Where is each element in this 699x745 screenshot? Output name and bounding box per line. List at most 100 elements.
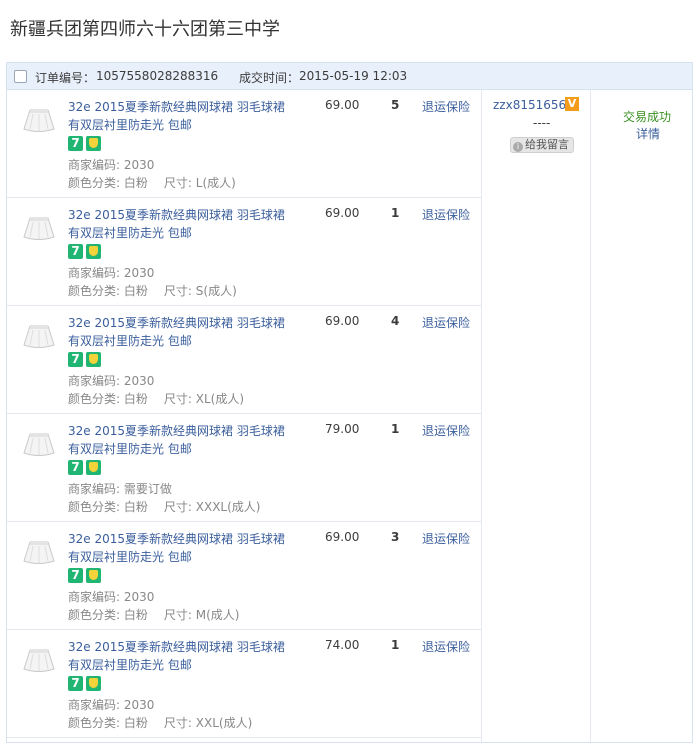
order-item-row: 32e 2015夏季新款经典网球裙 羽毛球裙有双层衬里防走光 包邮 7 商家编码… <box>7 198 481 306</box>
merchant-code-label: 商家编码: <box>68 698 121 712</box>
deal-time: 2015-05-19 12:03 <box>299 69 408 83</box>
color-label: 颜色分类: <box>68 176 121 190</box>
consumer-guarantee-icon[interactable] <box>86 460 101 475</box>
color-label: 颜色分类: <box>68 392 121 406</box>
color-value: 白粉 <box>123 500 148 514</box>
item-price: 79.00 <box>325 422 360 436</box>
merchant-code: 商家编码: 2030 <box>68 264 328 281</box>
color-value: 白粉 <box>123 608 148 622</box>
item-title-link[interactable]: 32e 2015夏季新款经典网球裙 羽毛球裙有双层衬里防走光 包邮 <box>68 206 293 242</box>
skirt-thumbnail-icon[interactable] <box>21 646 57 676</box>
column-divider <box>590 90 591 742</box>
seven-day-return-icon[interactable]: 7 <box>68 244 83 259</box>
item-sku: 颜色分类: 白粉 尺寸: S(成人) <box>68 282 328 299</box>
item-price: 74.00 <box>325 638 360 652</box>
color-value: 白粉 <box>123 716 148 730</box>
merchant-code: 商家编码: 2030 <box>68 588 328 605</box>
return-insurance-link[interactable]: 退运保险 <box>422 638 470 655</box>
merchant-code: 商家编码: 2030 <box>68 696 328 713</box>
column-divider <box>481 90 482 742</box>
order-item-row: 32e 2015夏季新款经典网球裙 羽毛球裙有双层衬里防走光 包邮 7 商家编码… <box>7 414 481 522</box>
seven-day-return-icon[interactable]: 7 <box>68 352 83 367</box>
order-item-row: 32e 2015夏季新款经典网球裙 羽毛球裙有双层衬里防走光 包邮 7 商家编码… <box>7 630 481 738</box>
size-value: L(成人) <box>195 176 236 190</box>
skirt-thumbnail-icon[interactable] <box>21 106 57 136</box>
merchant-code: 商家编码: 2030 <box>68 372 328 389</box>
item-sku: 颜色分类: 白粉 尺寸: XXL(成人) <box>68 714 328 731</box>
item-quantity: 5 <box>391 98 400 112</box>
item-quantity: 1 <box>391 638 400 652</box>
order-header: 订单编号： 1057558028288316 成交时间： 2015-05-19 … <box>7 63 692 90</box>
item-badges: 7 <box>68 352 104 368</box>
merchant-code-label: 商家编码: <box>68 482 121 496</box>
color-label: 颜色分类: <box>68 608 121 622</box>
order-number-label: 订单编号： <box>35 71 96 85</box>
item-title-link[interactable]: 32e 2015夏季新款经典网球裙 羽毛球裙有双层衬里防走光 包邮 <box>68 530 293 566</box>
merchant-code-value: 2030 <box>123 590 155 604</box>
skirt-thumbnail-icon[interactable] <box>21 430 57 460</box>
merchant-code-label: 商家编码: <box>68 158 121 172</box>
page-title: 新疆兵团第四师六十六团第三中学 <box>10 19 280 40</box>
size-label: 尺寸: <box>163 284 192 298</box>
skirt-thumbnail-icon[interactable] <box>21 214 57 244</box>
item-quantity: 1 <box>391 206 400 220</box>
item-sku: 颜色分类: 白粉 尺寸: M(成人) <box>68 606 328 623</box>
order-item-row: 32e 2015夏季新款经典网球裙 羽毛球裙有双层衬里防走光 包邮 7 商家编码… <box>7 306 481 414</box>
item-sku: 颜色分类: 白粉 尺寸: XXXL(成人) <box>68 498 328 515</box>
buyer-name-link[interactable]: zzx8151656 <box>493 98 566 112</box>
item-title-link[interactable]: 32e 2015夏季新款经典网球裙 羽毛球裙有双层衬里防走光 包邮 <box>68 314 293 350</box>
merchant-code-label: 商家编码: <box>68 374 121 388</box>
buyer-placeholder: ---- <box>533 116 551 130</box>
size-label: 尺寸: <box>163 716 192 730</box>
return-insurance-link[interactable]: 退运保险 <box>422 422 470 439</box>
item-price: 69.00 <box>325 206 360 220</box>
color-label: 颜色分类: <box>68 284 121 298</box>
merchant-code-label: 商家编码: <box>68 266 121 280</box>
consumer-guarantee-icon[interactable] <box>86 352 101 367</box>
seven-day-return-icon[interactable]: 7 <box>68 460 83 475</box>
merchant-code-value: 需要订做 <box>123 482 172 496</box>
return-insurance-link[interactable]: 退运保险 <box>422 530 470 547</box>
trade-status: 交易成功 <box>623 110 672 124</box>
consumer-guarantee-icon[interactable] <box>86 676 101 691</box>
seven-day-return-icon[interactable]: 7 <box>68 136 83 151</box>
seven-day-return-icon[interactable]: 7 <box>68 676 83 691</box>
item-price: 69.00 <box>325 530 360 544</box>
size-label: 尺寸: <box>163 608 192 622</box>
vip-badge-icon: V <box>565 97 579 111</box>
item-badges: 7 <box>68 676 104 692</box>
item-badges: 7 <box>68 568 104 584</box>
item-price: 69.00 <box>325 98 360 112</box>
message-count-icon: i <box>513 142 523 152</box>
return-insurance-link[interactable]: 退运保险 <box>422 98 470 115</box>
skirt-thumbnail-icon[interactable] <box>21 322 57 352</box>
color-label: 颜色分类: <box>68 716 121 730</box>
size-label: 尺寸: <box>163 500 192 514</box>
merchant-code-value: 2030 <box>123 374 155 388</box>
color-value: 白粉 <box>123 284 148 298</box>
item-badges: 7 <box>68 460 104 476</box>
size-label: 尺寸: <box>163 392 192 406</box>
item-sku: 颜色分类: 白粉 尺寸: XL(成人) <box>68 390 328 407</box>
select-order-checkbox[interactable] <box>14 70 27 83</box>
order-detail-link[interactable]: 详情 <box>636 125 660 142</box>
order-item-row: 32e 2015夏季新款经典网球裙 羽毛球裙有双层衬里防走光 包邮 7 商家编码… <box>7 90 481 198</box>
item-badges: 7 <box>68 136 104 152</box>
consumer-guarantee-icon[interactable] <box>86 244 101 259</box>
size-value: XL(成人) <box>195 392 245 406</box>
item-title-link[interactable]: 32e 2015夏季新款经典网球裙 羽毛球裙有双层衬里防走光 包邮 <box>68 638 293 674</box>
deal-time-label: 成交时间： <box>239 71 300 85</box>
seven-day-return-icon[interactable]: 7 <box>68 568 83 583</box>
skirt-thumbnail-icon[interactable] <box>21 538 57 568</box>
size-value: S(成人) <box>195 284 237 298</box>
size-label: 尺寸: <box>163 176 192 190</box>
merchant-code-label: 商家编码: <box>68 590 121 604</box>
leave-message-button[interactable]: i 给我留言 <box>510 137 574 153</box>
return-insurance-link[interactable]: 退运保险 <box>422 206 470 223</box>
item-title-link[interactable]: 32e 2015夏季新款经典网球裙 羽毛球裙有双层衬里防走光 包邮 <box>68 98 293 134</box>
return-insurance-link[interactable]: 退运保险 <box>422 314 470 331</box>
consumer-guarantee-icon[interactable] <box>86 136 101 151</box>
item-sku: 颜色分类: 白粉 尺寸: L(成人) <box>68 174 328 191</box>
consumer-guarantee-icon[interactable] <box>86 568 101 583</box>
item-title-link[interactable]: 32e 2015夏季新款经典网球裙 羽毛球裙有双层衬里防走光 包邮 <box>68 422 293 458</box>
